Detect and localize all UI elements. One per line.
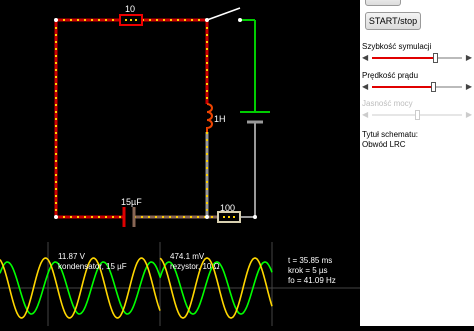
start-stop-button[interactable]: START/stop — [365, 12, 421, 30]
arrow-right-icon: ▶ — [465, 110, 472, 119]
arrow-left-icon[interactable]: ◀ — [362, 82, 368, 92]
capacitor-label: 15µF — [121, 197, 142, 207]
top-button[interactable] — [365, 0, 401, 6]
schematic-title: Obwód LRC — [362, 140, 406, 149]
resistor-bottom-label: 100 — [220, 203, 236, 213]
current-speed-slider[interactable]: ◀ ▶ — [362, 82, 472, 92]
inductor-label: 1H — [214, 114, 226, 124]
slider-knob[interactable] — [433, 53, 438, 63]
capacitor-voltage: 11.87 V — [58, 252, 85, 261]
simulation-speed-label: Szybkość symulacji — [362, 42, 432, 51]
time-value: t = 35.85 ms — [288, 256, 333, 265]
voltage-source[interactable] — [240, 111, 270, 124]
slider-knob[interactable] — [431, 82, 437, 92]
schematic-title-label: Tytuł schematu: — [362, 130, 419, 139]
resistor-name: rezystor, 10 Ω — [170, 262, 220, 271]
timing-readout: t = 35.85 ms krok = 5 µs fo = 41.09 Hz — [288, 256, 336, 286]
inductor[interactable] — [206, 103, 213, 132]
capacitor-name: kondensator, 15 µF — [58, 262, 127, 271]
arrow-right-icon[interactable]: ▶ — [466, 82, 472, 92]
step-value: krok = 5 µs — [288, 266, 328, 275]
resistor-readout: 474.1 mV rezystor, 10 Ω — [170, 252, 220, 272]
current-speed-label: Prędkość prądu — [362, 71, 419, 80]
oscilloscope-area[interactable]: 11.87 V kondensator, 15 µF 474.1 mV rezy… — [0, 242, 360, 326]
power-brightness-slider: ◀ ▶ — [362, 110, 472, 120]
resistor-top-label: 10 — [125, 4, 136, 14]
slider-knob — [415, 110, 420, 120]
capacitor[interactable] — [122, 207, 136, 227]
frequency-value: fo = 41.09 Hz — [288, 276, 336, 285]
arrow-left-icon: ◀ — [362, 110, 369, 119]
power-brightness-label: Jasność mocy — [362, 99, 413, 108]
capacitor-readout: 11.87 V kondensator, 15 µF — [58, 252, 127, 272]
arrow-right-icon[interactable]: ▶ — [466, 53, 472, 63]
switch[interactable] — [205, 7, 242, 22]
arrow-left-icon[interactable]: ◀ — [362, 53, 368, 63]
resistor-voltage: 474.1 mV — [170, 252, 205, 261]
simulation-speed-slider[interactable]: ◀ ▶ — [362, 53, 472, 63]
control-panel: START/stop Szybkość symulacji ◀ ▶ Prędko… — [360, 0, 474, 326]
